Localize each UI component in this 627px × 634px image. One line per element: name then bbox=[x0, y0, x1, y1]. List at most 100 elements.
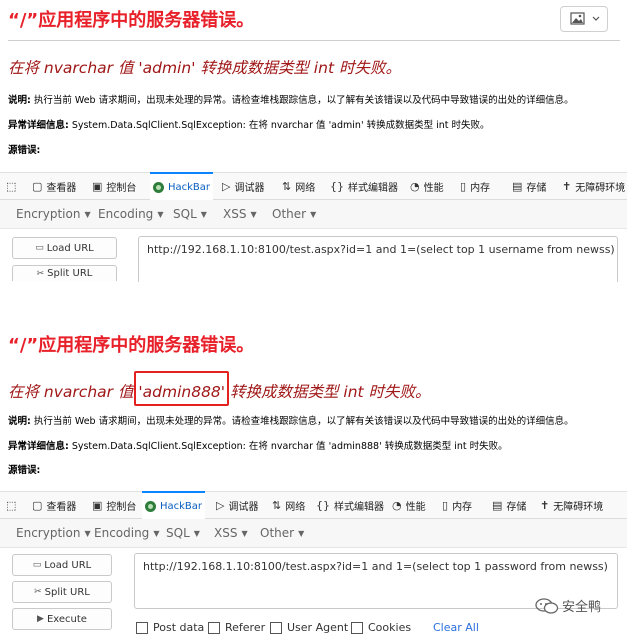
error-message: 在将 nvarchar 值 'admin' 转换成数据类型 int 时失败。 bbox=[8, 59, 401, 77]
network-icon: ⇅ bbox=[272, 498, 282, 512]
tab-accessibility[interactable]: ✝ 无障碍环境 bbox=[562, 173, 625, 199]
style-editor-icon: {} bbox=[330, 179, 344, 193]
server-error-title: “/”应用程序中的服务器错误。 bbox=[8, 10, 255, 31]
menu-encryption[interactable]: Encryption ▼ bbox=[16, 519, 91, 547]
pointer-icon: ⬚ bbox=[6, 179, 17, 193]
source-error-line: 源错误: bbox=[8, 462, 40, 476]
split-url-button[interactable]: ✂ Split URL bbox=[12, 581, 112, 603]
tab-debugger[interactable]: ▷ 调试器 bbox=[216, 492, 258, 518]
style-editor-icon: {} bbox=[316, 498, 330, 512]
pick-element-button[interactable]: ⬚ bbox=[6, 173, 20, 199]
user-agent-checkbox[interactable]: User Agent bbox=[270, 621, 348, 634]
exception-text: System.Data.SqlClient.SqlException: 在将 n… bbox=[68, 120, 490, 131]
chevron-down-icon: ▼ bbox=[157, 209, 164, 219]
accessibility-icon: ✝ bbox=[540, 498, 550, 512]
divider bbox=[8, 40, 620, 41]
post-data-checkbox[interactable]: Post data bbox=[136, 621, 204, 634]
memory-icon: ▯ bbox=[460, 179, 467, 193]
tab-hackbar[interactable]: HackBar bbox=[142, 491, 206, 519]
performance-icon: ◔ bbox=[410, 179, 420, 193]
tab-storage[interactable]: ▤ 存储 bbox=[512, 173, 546, 199]
description-text: 执行当前 Web 请求期间，出现未处理的异常。请检查堆栈跟踪信息，以了解有关该错… bbox=[30, 95, 574, 106]
storage-icon: ▤ bbox=[512, 179, 523, 193]
menu-other[interactable]: Other ▼ bbox=[260, 519, 304, 547]
chevron-down-icon: ▼ bbox=[153, 528, 160, 538]
description-label: 说明: bbox=[8, 416, 31, 427]
description-line: 说明: 执行当前 Web 请求期间，出现未处理的异常。请检查堆栈跟踪信息，以了解… bbox=[8, 92, 574, 106]
menu-encryption[interactable]: Encryption ▼ bbox=[16, 200, 91, 228]
load-url-icon: ▭ bbox=[35, 243, 44, 253]
menu-encoding[interactable]: Encoding ▼ bbox=[94, 519, 159, 547]
inspector-icon: ▢ bbox=[32, 179, 43, 193]
load-url-button[interactable]: ▭ Load URL bbox=[12, 554, 112, 576]
tab-performance[interactable]: ◔ 性能 bbox=[410, 173, 444, 199]
source-error-line: 源错误: bbox=[8, 142, 40, 156]
watermark-text: 安全鸭 bbox=[562, 600, 602, 615]
chevron-down-icon: ▼ bbox=[250, 209, 257, 219]
source-error-label: 源错误: bbox=[8, 145, 41, 156]
execute-button[interactable]: ▶ Execute bbox=[12, 608, 112, 630]
pointer-icon: ⬚ bbox=[6, 498, 17, 512]
menu-xss[interactable]: XSS ▼ bbox=[214, 519, 248, 547]
description-text: 执行当前 Web 请求期间，出现未处理的异常。请检查堆栈跟踪信息，以了解有关该错… bbox=[30, 416, 574, 427]
watermark: 安全鸭 bbox=[535, 596, 601, 615]
play-icon: ▶ bbox=[37, 614, 44, 624]
hackbar-menubar: Encryption ▼ Encoding ▼ SQL ▼ XSS ▼ Other ▼ bbox=[0, 200, 627, 229]
network-icon: ⇅ bbox=[282, 179, 292, 193]
exception-line: 异常详细信息: System.Data.SqlClient.SqlExcepti… bbox=[8, 117, 490, 131]
exception-label: 异常详细信息: bbox=[8, 441, 69, 452]
debugger-icon: ▷ bbox=[222, 179, 231, 193]
menu-sql[interactable]: SQL ▼ bbox=[166, 519, 200, 547]
hackbar-icon bbox=[145, 500, 156, 512]
hackbar-menubar: Encryption ▼ Encoding ▼ SQL ▼ XSS ▼ Other ▼ bbox=[0, 519, 627, 548]
tab-inspector[interactable]: ▢ 查看器 bbox=[32, 492, 76, 518]
clear-all-link[interactable]: Clear All bbox=[433, 621, 479, 634]
tab-network[interactable]: ⇅ 网络 bbox=[272, 492, 305, 518]
exception-text: System.Data.SqlClient.SqlException: 在将 n… bbox=[68, 441, 508, 452]
menu-xss[interactable]: XSS ▼ bbox=[223, 200, 257, 228]
highlight-box bbox=[134, 371, 229, 406]
devtools-toolbar: ⬚ ▢ 查看器 ▣ 控制台 HackBar ▷ 调试器 ⇅ 网络 {} 样式编辑器 ◔ 性能… bbox=[0, 491, 627, 519]
server-error-title: “/”应用程序中的服务器错误。 bbox=[8, 335, 255, 356]
cookies-checkbox[interactable]: Cookies bbox=[351, 621, 411, 634]
split-url-button[interactable]: ✂ Split URL bbox=[12, 265, 117, 281]
menu-sql[interactable]: SQL ▼ bbox=[173, 200, 207, 228]
chevron-down-icon: ▼ bbox=[84, 209, 91, 219]
split-url-icon: ✂ bbox=[34, 587, 42, 597]
load-url-button[interactable]: ▭ Load URL bbox=[12, 237, 117, 259]
source-error-label: 源错误: bbox=[8, 465, 41, 476]
tab-accessibility[interactable]: ✝ 无障碍环境 bbox=[540, 492, 603, 518]
tab-memory[interactable]: ▯ 内存 bbox=[460, 173, 490, 199]
menu-encoding[interactable]: Encoding ▼ bbox=[98, 200, 163, 228]
description-label: 说明: bbox=[8, 95, 31, 106]
tab-debugger[interactable]: ▷ 调试器 bbox=[222, 173, 264, 199]
chevron-down-icon: ▼ bbox=[298, 528, 305, 538]
chevron-down-icon: ▼ bbox=[241, 528, 248, 538]
performance-icon: ◔ bbox=[392, 498, 402, 512]
chevron-down-icon: ▼ bbox=[200, 209, 207, 219]
tab-console[interactable]: ▣ 控制台 bbox=[92, 173, 136, 199]
pick-element-button[interactable]: ⬚ bbox=[6, 492, 20, 518]
storage-icon: ▤ bbox=[492, 498, 503, 512]
error-message-suffix: 转换成数据类型 int 时失败。 bbox=[225, 383, 431, 401]
tab-hackbar[interactable]: HackBar bbox=[150, 172, 214, 200]
tab-style-editor[interactable]: {} 样式编辑器 bbox=[330, 173, 398, 199]
memory-icon: ▯ bbox=[442, 498, 449, 512]
tab-inspector[interactable]: ▢ 查看器 bbox=[32, 173, 76, 199]
image-dropdown[interactable] bbox=[560, 6, 608, 32]
tab-console[interactable]: ▣ 控制台 bbox=[92, 492, 136, 518]
tab-performance[interactable]: ◔ 性能 bbox=[392, 492, 426, 518]
tab-storage[interactable]: ▤ 存储 bbox=[492, 492, 526, 518]
chevron-down-icon: ▼ bbox=[84, 528, 91, 538]
tab-network[interactable]: ⇅ 网络 bbox=[282, 173, 315, 199]
debugger-icon: ▷ bbox=[216, 498, 225, 512]
accessibility-icon: ✝ bbox=[562, 179, 572, 193]
image-icon bbox=[570, 12, 600, 25]
tab-style-editor[interactable]: {} 样式编辑器 bbox=[316, 492, 384, 518]
referer-checkbox[interactable]: Referer bbox=[208, 621, 265, 634]
console-icon: ▣ bbox=[92, 179, 103, 193]
tab-memory[interactable]: ▯ 内存 bbox=[442, 492, 472, 518]
url-input[interactable]: http://192.168.1.10:8100/test.aspx?id=1 … bbox=[138, 236, 618, 282]
menu-other[interactable]: Other ▼ bbox=[272, 200, 316, 228]
wechat-icon bbox=[535, 597, 559, 614]
